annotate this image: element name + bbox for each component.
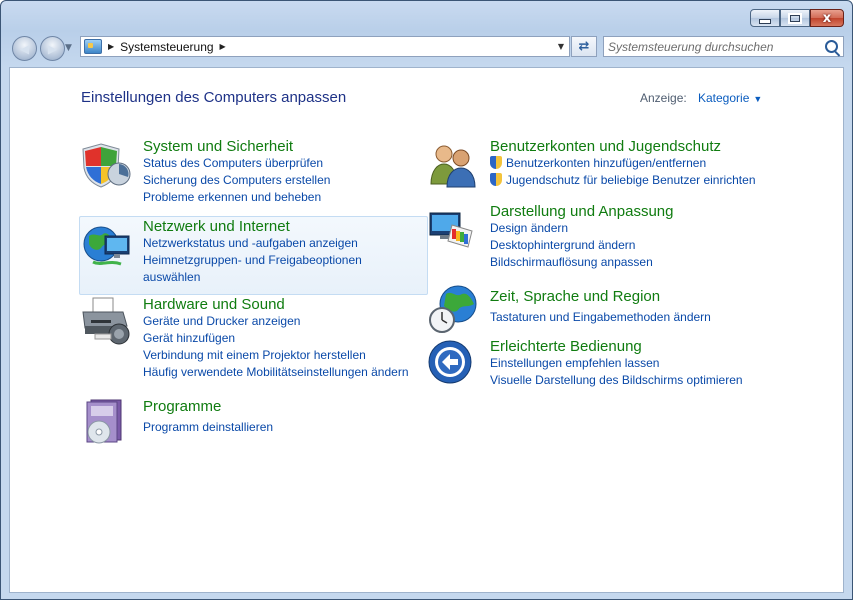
search-icon[interactable] [825,40,838,53]
category-title-user-accounts[interactable]: Benutzerkonten und Jugendschutz [490,138,756,155]
chevron-down-icon: ▼ [753,94,763,104]
link-optimize-display[interactable]: Visuelle Darstellung des Bildschirms opt… [490,372,743,389]
link-mobility-settings[interactable]: Häufig verwendete Mobilitätseinstellunge… [143,364,409,381]
clock-globe-icon [429,285,477,333]
link-connect-projector[interactable]: Verbindung mit einem Projektor herstelle… [143,347,409,364]
link-troubleshoot[interactable]: Probleme erkennen und beheben [143,189,330,206]
minimize-button[interactable] [750,9,780,27]
uac-shield-icon [490,173,502,186]
link-backup[interactable]: Sicherung des Computers erstellen [143,172,330,189]
link-keyboards-input[interactable]: Tastaturen und Eingabemethoden ändern [490,309,711,326]
category-title-network-internet[interactable]: Netzwerk und Internet [143,218,362,235]
link-parental-controls[interactable]: Jugendschutz für beliebige Benutzer einr… [490,172,756,189]
page-title: Einstellungen des Computers anpassen [81,89,347,106]
link-check-status[interactable]: Status des Computers überprüfen [143,155,330,172]
printer-icon [82,297,130,345]
programs-icon [86,399,122,444]
search-input[interactable] [608,39,818,54]
display-palette-icon [429,212,473,248]
link-add-remove-accounts[interactable]: Benutzerkonten hinzufügen/entfernen [490,155,756,172]
recent-pages-dropdown[interactable]: ▼ [65,43,72,53]
shield-icon [82,143,131,188]
back-button[interactable]: ◀ [12,36,37,61]
link-homegroup-options[interactable]: Heimnetzgruppen- und Freigabeoptionen [143,252,362,269]
control-panel-icon [84,39,102,54]
users-icon [430,145,476,188]
network-globe-icon [83,226,130,266]
search-box[interactable] [603,36,844,57]
link-uninstall-program[interactable]: Programm deinstallieren [143,419,273,436]
forward-arrow-icon: ▶ [47,41,58,56]
close-icon: x [822,10,832,26]
link-devices-printers[interactable]: Geräte und Drucker anzeigen [143,313,409,330]
view-mode-dropdown[interactable]: Kategorie ▼ [698,91,762,105]
breadcrumb-systemsteuerung[interactable]: Systemsteuerung [120,40,213,54]
control-panel-content: Einstellungen des Computers anpassen Anz… [9,67,844,593]
back-arrow-icon: ◀ [19,41,30,56]
ease-of-access-icon [428,340,472,384]
address-dropdown-icon[interactable]: ▼ [558,42,564,51]
link-screen-resolution[interactable]: Bildschirmauflösung anpassen [490,254,673,271]
breadcrumb-separator-icon[interactable]: ▶ [108,42,114,51]
minimize-icon [759,18,771,24]
address-bar[interactable]: ▶ Systemsteuerung ▶ ▼ [80,36,570,57]
refresh-button[interactable]: ⇄ [571,36,597,57]
link-recommend-settings[interactable]: Einstellungen empfehlen lassen [490,355,743,372]
view-mode-value: Kategorie [698,91,750,105]
link-add-device[interactable]: Gerät hinzufügen [143,330,409,347]
link-change-theme[interactable]: Design ändern [490,220,673,237]
category-title-appearance[interactable]: Darstellung und Anpassung [490,203,673,220]
refresh-icon: ⇄ [578,39,590,54]
window: x ◀ ▶ ▼ ▶ Systemsteuerung ▶ ▼ ⇄ Einstell… [0,0,853,600]
link-desktop-background[interactable]: Desktophintergrund ändern [490,237,673,254]
close-button[interactable]: x [810,9,844,27]
maximize-button[interactable] [780,9,810,27]
link-homegroup-options-continued[interactable]: auswählen [143,269,362,286]
uac-shield-icon [490,156,502,169]
category-title-ease-of-access[interactable]: Erleichterte Bedienung [490,338,743,355]
caption-buttons: x [750,9,844,27]
category-title-system-security[interactable]: System und Sicherheit [143,138,330,155]
maximize-icon [788,12,802,24]
breadcrumb-separator-icon[interactable]: ▶ [220,42,226,51]
link-network-status[interactable]: Netzwerkstatus und -aufgaben anzeigen [143,235,362,252]
category-title-clock-region[interactable]: Zeit, Sprache und Region [490,288,711,305]
category-title-hardware-sound[interactable]: Hardware und Sound [143,296,409,313]
view-label: Anzeige: [640,91,687,105]
forward-button[interactable]: ▶ [40,36,65,61]
category-title-programs[interactable]: Programme [143,398,273,415]
